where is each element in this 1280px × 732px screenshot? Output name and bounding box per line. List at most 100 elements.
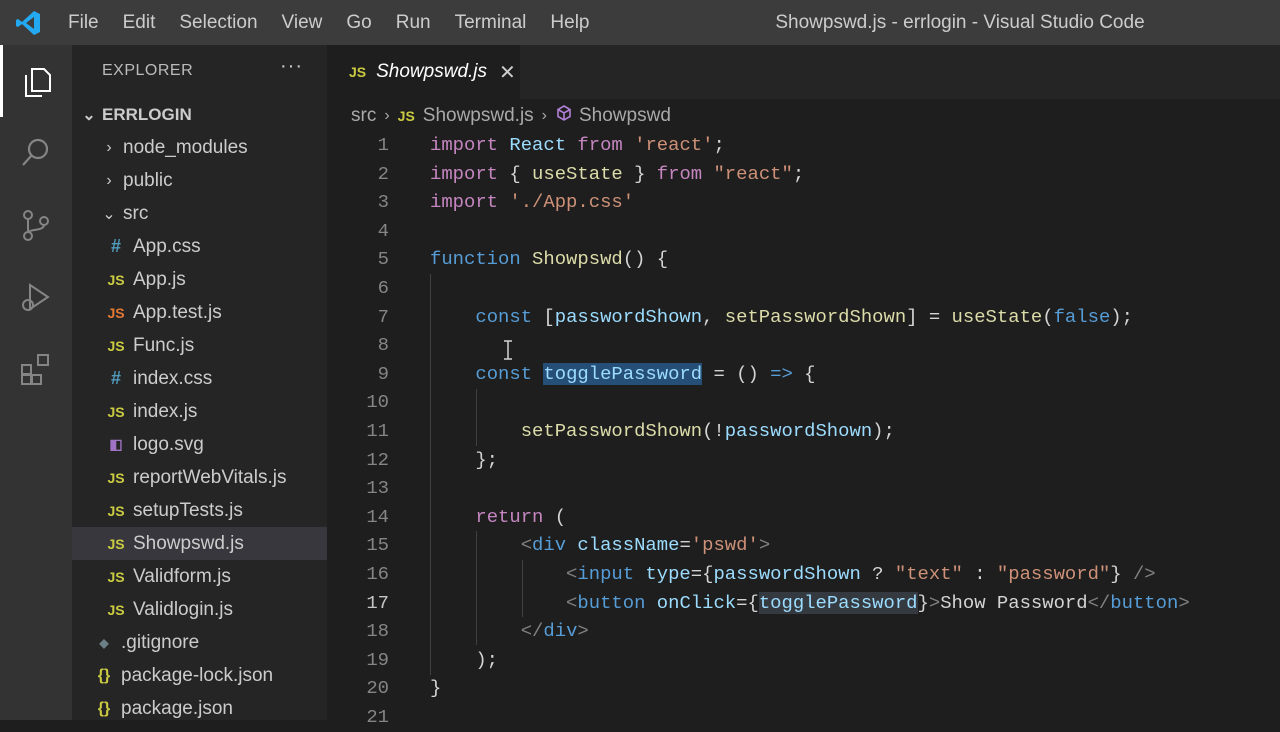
chevron-right-icon: › <box>384 107 390 124</box>
menu-selection[interactable]: Selection <box>167 0 269 45</box>
code-line[interactable]: 14 return ( <box>327 503 1280 532</box>
tree-item-app-css[interactable]: # App.css <box>72 230 327 263</box>
line-number: 4 <box>377 219 389 242</box>
line-number: 13 <box>366 477 389 500</box>
tree-item-label: public <box>123 169 173 191</box>
tree-item-src[interactable]: ⌄ src <box>72 197 327 230</box>
window-title: Showpswd.js - errlogin - Visual Studio C… <box>775 12 1145 33</box>
code-line[interactable]: 5 function Showpswd() { <box>327 245 1280 274</box>
tree-root-label: ERRLOGIN <box>102 104 192 124</box>
code-line[interactable]: 15 <div className='pswd'> <box>327 531 1280 560</box>
code-line[interactable]: 19 ); <box>327 646 1280 675</box>
line-number: 10 <box>366 391 389 414</box>
code-line[interactable]: 7 const [passwordShown, setPasswordShown… <box>327 303 1280 332</box>
line-number: 14 <box>366 505 389 528</box>
tree-item-gitignore[interactable]: ◆ .gitignore <box>72 626 327 659</box>
tree-item-validform-js[interactable]: JS Validform.js <box>72 560 327 593</box>
code-line[interactable]: 20} <box>327 674 1280 703</box>
tree-item-package-json[interactable]: {} package.json <box>72 692 327 725</box>
code-line[interactable]: 11 setPasswordShown(!passwordShown); <box>327 417 1280 446</box>
gitignore-file-icon: ◆ <box>99 635 109 650</box>
code-line[interactable]: 2 import { useState } from "react"; <box>327 160 1280 189</box>
extensions-icon[interactable] <box>0 333 72 405</box>
tree-item-label: App.test.js <box>133 301 222 323</box>
js-file-icon: JS <box>107 568 125 585</box>
js-file-icon: JS <box>107 601 125 618</box>
menu-run[interactable]: Run <box>384 0 443 45</box>
tree-item-label: package.json <box>121 697 233 719</box>
menu-go[interactable]: Go <box>334 0 383 45</box>
activity-bar <box>0 45 72 720</box>
code-line[interactable]: 8 <box>327 331 1280 360</box>
code-line[interactable]: 18 </div> <box>327 617 1280 646</box>
close-icon[interactable]: ✕ <box>499 60 516 85</box>
js-file-icon: JS <box>107 337 125 354</box>
run-debug-icon[interactable] <box>0 261 72 333</box>
json-file-icon: {} <box>97 666 111 684</box>
code-text: <div className='pswd'> <box>520 534 771 557</box>
code-line[interactable]: 13 <box>327 474 1280 503</box>
code-line[interactable]: 9 const togglePassword = () => { <box>327 360 1280 389</box>
menu-edit[interactable]: Edit <box>111 0 168 45</box>
code-text: import { useState } from "react"; <box>430 162 805 185</box>
tree-item-app-test-js[interactable]: JS App.test.js <box>72 296 327 329</box>
breadcrumb-symbol[interactable]: Showpswd <box>579 105 671 127</box>
explorer-sidebar: EXPLORER ··· ⌄ ERRLOGIN › node_modules ›… <box>72 45 327 720</box>
code-text: </div> <box>520 620 589 643</box>
tree-item-label: App.js <box>133 268 186 290</box>
js-file-icon: JS <box>107 271 125 288</box>
tree-item-showpswd-js[interactable]: JS Showpswd.js <box>72 527 327 560</box>
code-line[interactable]: 4 <box>327 217 1280 246</box>
menu-file[interactable]: File <box>56 0 111 45</box>
code-line[interactable]: 16 <input type={passwordShown ? "text" :… <box>327 560 1280 589</box>
tree-item-label: node_modules <box>123 136 248 158</box>
tree-item-node-modules[interactable]: › node_modules <box>72 131 327 164</box>
breadcrumb-src[interactable]: src <box>351 105 376 127</box>
tree-item-validlogin-js[interactable]: JS Validlogin.js <box>72 593 327 626</box>
code-line[interactable]: 12 }; <box>327 446 1280 475</box>
code-line[interactable]: 21 <box>327 703 1280 732</box>
tree-item-index-css[interactable]: # index.css <box>72 362 327 395</box>
css-file-icon: # <box>110 368 121 388</box>
code-line[interactable]: 17 <button onClick={togglePassword}>Show… <box>327 589 1280 618</box>
source-control-icon[interactable] <box>0 189 72 261</box>
code-line[interactable]: 10 <box>327 388 1280 417</box>
tree-item-func-js[interactable]: JS Func.js <box>72 329 327 362</box>
code-text: const togglePassword = () => { <box>475 362 816 385</box>
tree-item-index-js[interactable]: JS index.js <box>72 395 327 428</box>
tree-item-app-js[interactable]: JS App.js <box>72 263 327 296</box>
js-file-icon: JS <box>397 108 415 124</box>
tab-showpswd-js[interactable]: JS Showpswd.js ✕ <box>327 45 520 99</box>
tree-item-report-web-vitals[interactable]: JS reportWebVitals.js <box>72 461 327 494</box>
line-number: 7 <box>377 305 389 328</box>
line-number: 21 <box>366 706 389 728</box>
code-editor[interactable]: 1 import React from 'react'; 2 import { use… <box>327 131 1280 728</box>
code-text: <input type={passwordShown ? "text" : "p… <box>566 563 1156 585</box>
tree-item-public[interactable]: › public <box>72 164 327 197</box>
more-actions-icon[interactable]: ··· <box>280 55 303 78</box>
tab-label: Showpswd.js <box>376 61 488 82</box>
tree-item-label: Showpswd.js <box>133 532 244 554</box>
tree-item-label: package-lock.json <box>121 664 274 686</box>
code-line[interactable]: 1 import React from 'react'; <box>327 131 1280 160</box>
code-text: return ( <box>475 505 567 528</box>
line-number: 15 <box>366 534 389 557</box>
search-icon[interactable] <box>0 117 72 189</box>
chevron-right-icon: › <box>106 171 112 189</box>
tree-item-package-lock-json[interactable]: {} package-lock.json <box>72 659 327 692</box>
line-number: 18 <box>366 620 389 643</box>
tree-item-logo-svg[interactable]: ◧ logo.svg <box>72 428 327 461</box>
code-line[interactable]: 3 import './App.css' <box>327 188 1280 217</box>
menu-view[interactable]: View <box>270 0 335 45</box>
code-line[interactable]: 6 <box>327 274 1280 303</box>
menu-help[interactable]: Help <box>538 0 601 45</box>
tree-item-setup-tests[interactable]: JS setupTests.js <box>72 494 327 527</box>
line-number: 2 <box>377 162 389 185</box>
tree-item-label: logo.svg <box>133 433 204 455</box>
menu-terminal[interactable]: Terminal <box>443 0 539 45</box>
chevron-right-icon: › <box>541 107 547 124</box>
explorer-icon[interactable] <box>0 45 72 117</box>
line-number: 16 <box>366 563 389 585</box>
breadcrumb-file[interactable]: Showpswd.js <box>423 105 534 127</box>
tree-root-errlogin[interactable]: ⌄ ERRLOGIN <box>72 98 327 131</box>
